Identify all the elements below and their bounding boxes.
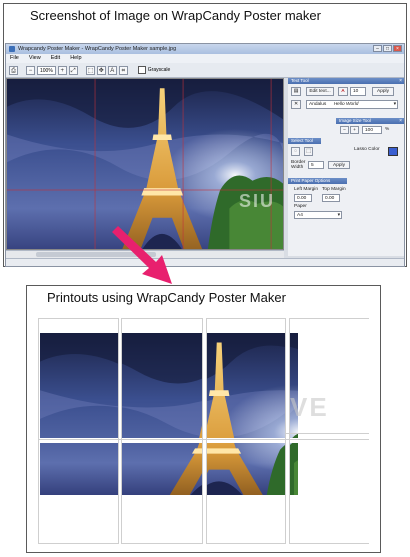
edit-text-button[interactable]: Edit text... <box>306 87 334 96</box>
screenshot-caption: Screenshot of Image on WrapCandy Poster … <box>30 8 321 23</box>
lasso-icon[interactable]: ◌ <box>291 147 300 156</box>
image-size-section: Image Size Tool × − + 100 % <box>288 118 404 136</box>
paper-label: Paper <box>294 204 307 209</box>
app-window: Wrapcandy Poster Maker - WrapCandy Poste… <box>5 43 405 267</box>
grayscale-checkbox[interactable] <box>137 66 146 74</box>
top-margin-label: Top Margin <box>322 187 346 192</box>
printout-tile <box>207 443 285 495</box>
delete-text-icon[interactable]: ✕ <box>291 100 301 109</box>
close-button[interactable]: × <box>393 45 402 52</box>
menu-file[interactable]: File <box>10 54 19 63</box>
image-size-unit: % <box>385 127 390 132</box>
grow-icon[interactable]: + <box>350 126 359 134</box>
sheet-divider <box>38 439 369 440</box>
menu-edit[interactable]: Edit <box>51 54 60 63</box>
printout-tile <box>40 443 118 495</box>
printout-sheet-4 <box>289 318 369 544</box>
font-preview: Hello World <box>333 102 359 107</box>
chevron-down-icon: ▾ <box>337 213 340 218</box>
border-width-field[interactable]: 5 <box>308 161 324 169</box>
window-controls: – □ × <box>373 45 402 52</box>
lasso-color-swatch[interactable] <box>388 147 398 156</box>
printout-tile <box>122 443 202 495</box>
select-icon[interactable]: ⬚ <box>85 65 95 75</box>
watermark: VE <box>290 392 329 422</box>
move-icon[interactable]: ✥ <box>96 65 106 75</box>
text-add-icon[interactable]: ▤ <box>291 87 301 96</box>
font-color-icon[interactable]: A <box>338 87 348 96</box>
lasso-color-label: Lasso Color <box>354 147 380 152</box>
close-icon[interactable]: × <box>399 78 402 84</box>
window-title: Wrapcandy Poster Maker - WrapCandy Poste… <box>18 46 177 52</box>
rect-select-icon[interactable]: ⬚ <box>304 147 313 156</box>
print-options-title: Print Paper Options <box>291 178 331 183</box>
font-name: Andalus <box>309 102 327 107</box>
zoom-out-icon[interactable]: − <box>26 65 35 75</box>
menu-bar: File View Edit Help <box>6 54 404 63</box>
tool-panel: Text Tool × ▤ Edit text... A 10 Apply ✕ A… <box>288 78 404 256</box>
crop-icon[interactable]: ⌗ <box>118 65 128 75</box>
pink-arrow <box>112 226 172 284</box>
maximize-button[interactable]: □ <box>383 45 392 52</box>
printout-tile <box>40 333 118 438</box>
zoom-in-icon[interactable]: + <box>57 65 67 75</box>
image-size-field[interactable]: 100 <box>362 126 382 134</box>
grayscale-label: Grayscale <box>147 67 171 73</box>
image-size-title: Image Size Tool <box>339 118 371 123</box>
zoom-field[interactable]: 100% <box>37 65 56 75</box>
status-bar <box>6 258 404 266</box>
sheet-divider <box>286 433 369 434</box>
printout-tile <box>207 333 285 438</box>
text-apply-button[interactable]: Apply <box>372 87 394 96</box>
printout-tile <box>290 443 298 495</box>
screenshot-frame: Screenshot of Image on WrapCandy Poster … <box>3 3 407 267</box>
left-margin-label: Left Margin <box>294 187 318 192</box>
chevron-down-icon: ▾ <box>393 102 396 107</box>
top-margin-field[interactable]: 0.00 <box>322 194 340 202</box>
text-icon[interactable]: A <box>107 65 117 75</box>
paper-value: A4 <box>297 213 303 218</box>
fit-icon[interactable]: ⤢ <box>68 65 78 75</box>
minimize-button[interactable]: – <box>373 45 382 52</box>
font-size-field[interactable]: 10 <box>350 87 366 96</box>
text-tool-section: Text Tool × ▤ Edit text... A 10 Apply ✕ A… <box>288 78 404 114</box>
text-tool-title: Text Tool <box>291 78 309 83</box>
menu-help[interactable]: Help <box>70 54 81 63</box>
select-tool-title: Select Tool <box>291 138 313 143</box>
app-icon <box>9 46 15 52</box>
shrink-icon[interactable]: − <box>340 126 349 134</box>
window-titlebar: Wrapcandy Poster Maker - WrapCandy Poste… <box>6 44 404 54</box>
printout-tile <box>122 333 202 438</box>
printouts-caption: Printouts using WrapCandy Poster Maker <box>47 290 286 305</box>
paper-select[interactable]: A4 ▾ <box>294 211 342 219</box>
print-options-section: Print Paper Options Left Margin Top Marg… <box>288 178 404 224</box>
select-apply-button[interactable]: Apply <box>328 161 350 169</box>
left-margin-field[interactable]: 0.00 <box>294 194 312 202</box>
print-icon[interactable]: ⎙ <box>9 65 18 75</box>
border-width-label: Border Width <box>291 160 306 170</box>
select-tool-section: Select Tool ◌ ⬚ Lasso Color Border Width… <box>288 138 404 174</box>
menu-view[interactable]: View <box>29 54 41 63</box>
toolbar: ⎙ − 100% + ⤢ ⬚ ✥ A ⌗ Grayscale <box>6 63 404 78</box>
watermark: SIU <box>239 191 276 211</box>
font-select[interactable]: Andalus Hello World ▾ <box>306 100 398 109</box>
close-icon[interactable]: × <box>399 118 402 124</box>
